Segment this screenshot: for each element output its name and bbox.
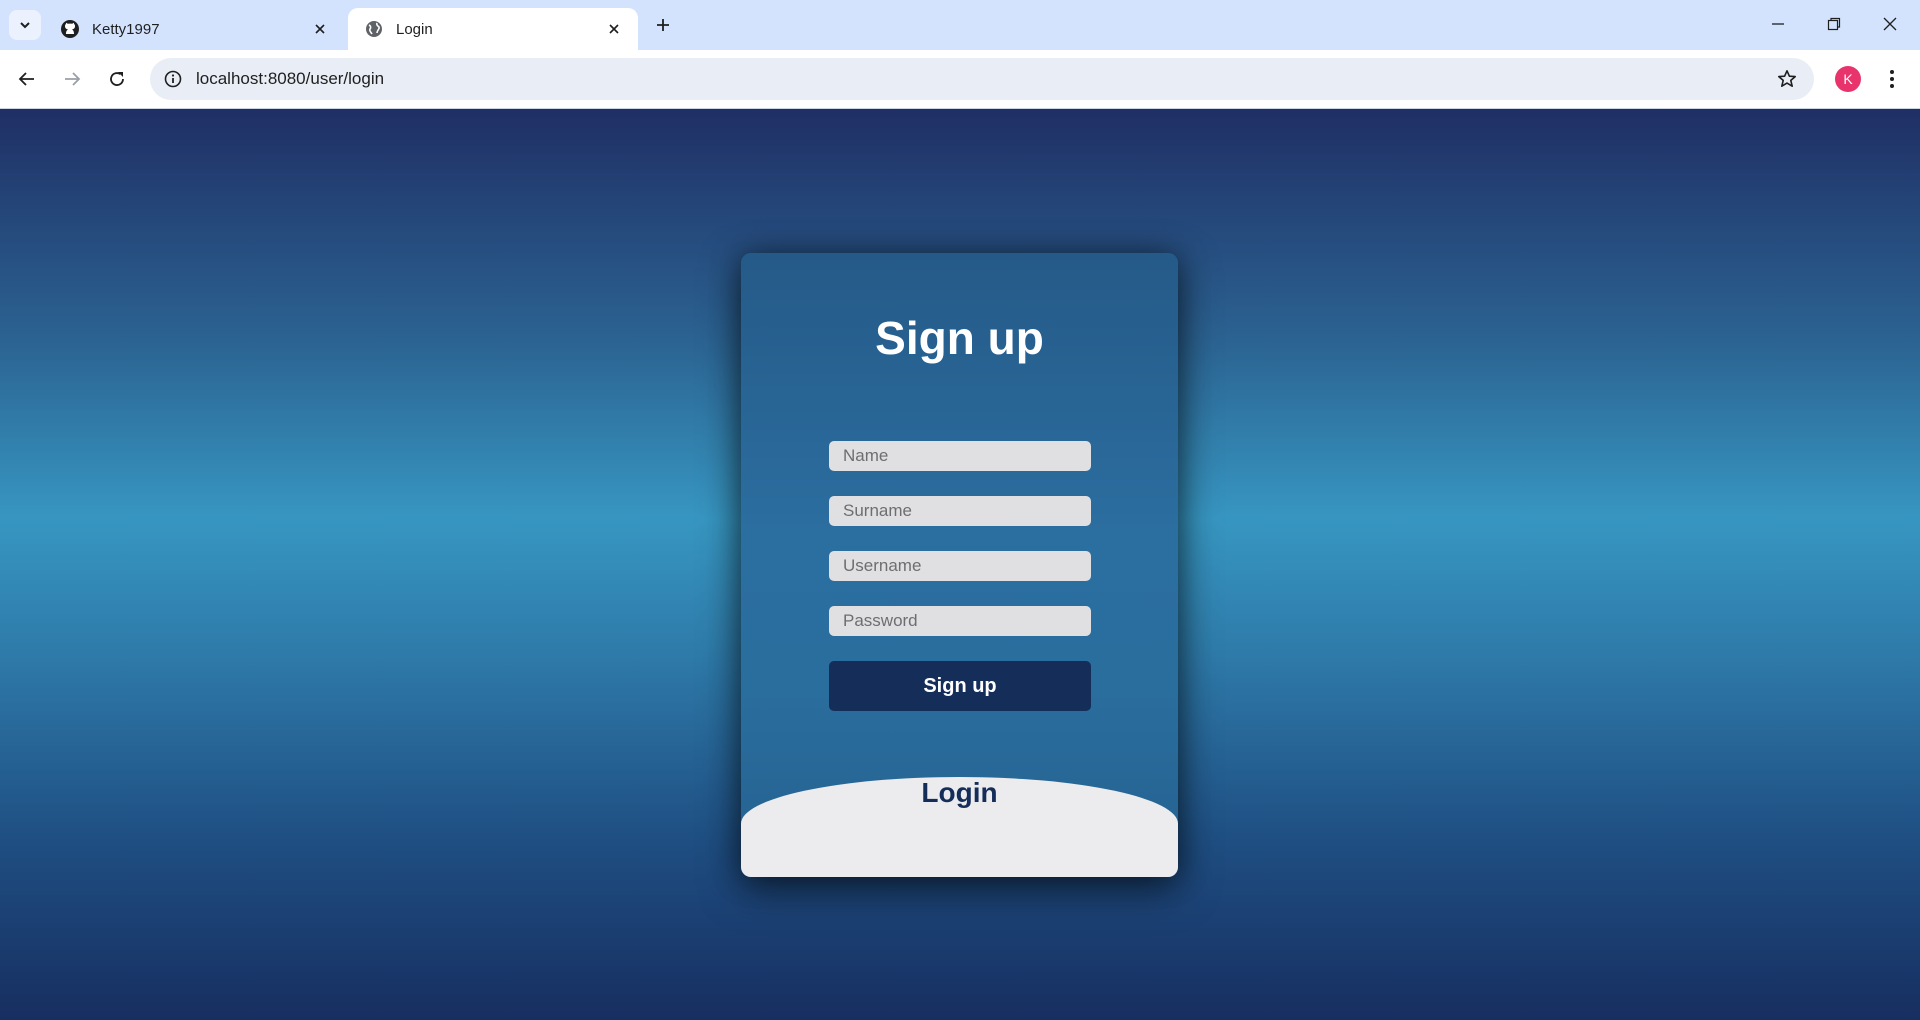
signup-card: Sign up Sign up Login [741,253,1178,877]
surname-field[interactable] [829,496,1091,526]
username-field[interactable] [829,551,1091,581]
bookmark-star-icon[interactable] [1776,68,1798,90]
more-vert-icon [1890,70,1894,88]
restore-button[interactable] [1812,8,1856,40]
minimize-icon [1772,23,1784,25]
tab-login[interactable]: Login [348,8,638,50]
name-field[interactable] [829,441,1091,471]
reload-button[interactable] [100,62,134,96]
minimize-button[interactable] [1756,8,1800,40]
signup-button[interactable]: Sign up [829,661,1091,711]
site-info-icon[interactable] [162,68,184,90]
browser-menu-button[interactable] [1880,66,1904,92]
github-icon [60,19,80,39]
arrow-left-icon [18,72,34,86]
forward-button[interactable] [55,62,89,96]
tab-search-button[interactable] [9,10,41,40]
url-text[interactable]: localhost:8080/user/login [196,69,384,89]
tab-title: Login [396,20,433,38]
address-bar[interactable]: localhost:8080/user/login [150,58,1814,100]
close-icon [1883,17,1897,31]
globe-icon [364,19,384,39]
plus-icon [657,19,669,31]
close-tab-icon[interactable] [602,17,626,41]
browser-toolbar: localhost:8080/user/login K [0,50,1920,109]
signup-heading: Sign up [875,312,1044,364]
login-label[interactable]: Login [741,777,1178,809]
profile-avatar[interactable]: K [1835,66,1861,92]
close-window-button[interactable] [1868,8,1912,40]
tab-title: Ketty1997 [92,20,160,38]
arrow-right-icon [65,72,81,86]
tab-strip: Ketty1997 Login [0,0,1920,50]
new-tab-button[interactable] [650,12,676,38]
back-button[interactable] [10,62,44,96]
chevron-down-icon [20,22,30,29]
tab-github[interactable]: Ketty1997 [44,8,344,50]
page-background: Sign up Sign up Login [0,109,1920,1020]
password-field[interactable] [829,606,1091,636]
reload-icon [110,72,124,86]
close-tab-icon[interactable] [308,17,332,41]
restore-icon [1827,17,1841,31]
